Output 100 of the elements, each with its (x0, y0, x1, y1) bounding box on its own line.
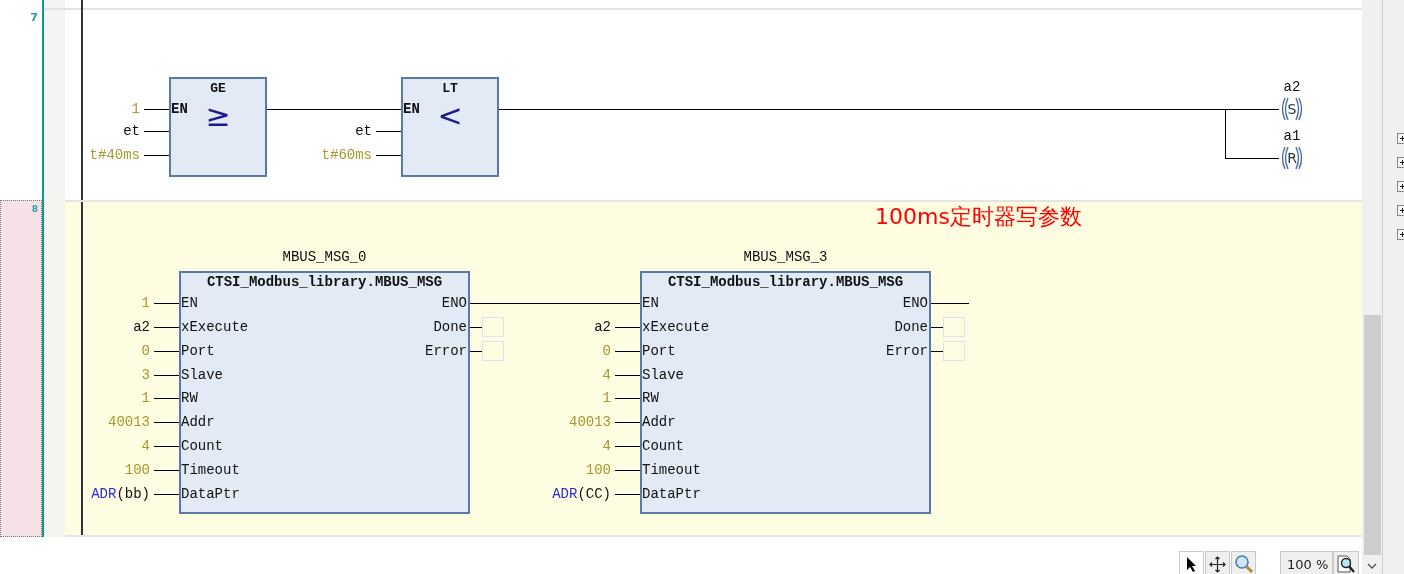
pin-label: xExecute (181, 319, 249, 335)
pin-label: Timeout (181, 462, 240, 478)
pin-label: Done (433, 319, 467, 335)
search-icon (1233, 554, 1254, 574)
move-icon (1209, 555, 1226, 573)
input-value: t#60ms (321, 147, 372, 163)
selected-network[interactable] (65, 200, 1362, 537)
pin-label: Count (642, 438, 684, 454)
pin-label: EN (642, 295, 659, 311)
wire (154, 470, 179, 471)
pin-label: Port (181, 343, 215, 359)
function-block[interactable] (169, 77, 267, 177)
wire (144, 155, 169, 156)
input-value: 4 (141, 438, 150, 454)
wire (470, 351, 482, 352)
input-value: a2 (133, 319, 150, 335)
pin-label: Slave (642, 367, 684, 383)
zoom-button[interactable] (1333, 551, 1359, 574)
wire (931, 303, 969, 304)
block-title: LT (441, 81, 459, 96)
wire (615, 470, 640, 471)
wire (144, 131, 169, 132)
input-value: 1 (141, 295, 150, 311)
expand-icon[interactable] (1397, 205, 1404, 216)
input-value: t#40ms (89, 147, 140, 163)
wire (376, 131, 401, 132)
zoom-field[interactable]: 100 % (1280, 551, 1333, 574)
expand-icon[interactable] (1397, 157, 1404, 168)
coil[interactable]: S (1279, 97, 1305, 121)
block-symbol: < (437, 99, 463, 133)
zoom-page-icon (1336, 554, 1356, 574)
pin-label: Timeout (642, 462, 701, 478)
wire (470, 327, 482, 328)
network-number: 8 (31, 204, 38, 214)
chevron-down-icon[interactable] (1367, 563, 1377, 569)
pin-label: Error (425, 343, 467, 359)
input-value: 0 (141, 343, 150, 359)
pin-label: EN (403, 101, 420, 117)
wire (144, 109, 169, 110)
block-title: GE (209, 81, 227, 96)
pin-label: ENO (441, 295, 467, 311)
input-value: 3 (141, 367, 150, 383)
pin-label: Addr (181, 414, 215, 430)
pin-label: Error (886, 343, 928, 359)
scrollbar-thumb[interactable] (1363, 315, 1381, 555)
input-value: ADR(bb) (91, 486, 150, 502)
pin-label: EN (181, 295, 198, 311)
input-value: 0 (602, 343, 611, 359)
wire (615, 446, 640, 447)
wire (154, 422, 179, 423)
input-value: 1 (141, 390, 150, 406)
expand-icon[interactable] (1397, 133, 1404, 144)
tool-button[interactable] (1179, 551, 1204, 574)
input-value: et (355, 123, 372, 139)
network-comment: 100ms定时器写参数 (875, 203, 1082, 231)
wire (154, 494, 179, 495)
input-value: 4 (602, 438, 611, 454)
function-block[interactable] (401, 77, 499, 177)
instance-name: MBUS_MSG_0 (282, 249, 367, 265)
wire (154, 303, 179, 304)
pin-label: RW (181, 390, 198, 406)
function-block[interactable] (640, 271, 931, 514)
wire (615, 327, 640, 328)
pin-label: Count (181, 438, 223, 454)
instance-name: MBUS_MSG_3 (743, 249, 828, 265)
input-value: a2 (594, 319, 611, 335)
wire (376, 155, 401, 156)
pin-label: Port (642, 343, 676, 359)
network[interactable]: GE ≥ 1 EN et t#40ms LT < EN et t#60ms a2 S a1 R (65, 0, 1362, 200)
input-value: 100 (585, 462, 611, 478)
function-block[interactable] (179, 271, 470, 514)
expand-icon[interactable] (1397, 181, 1404, 192)
wire (615, 494, 640, 495)
pin-label: DataPtr (181, 486, 240, 502)
block-symbol: ≥ (205, 99, 231, 133)
pin-label: Slave (181, 367, 223, 383)
wire (615, 351, 640, 352)
input-value: 40013 (569, 414, 611, 430)
wire (615, 422, 640, 423)
tool-button[interactable] (1205, 551, 1230, 574)
pin-label: xExecute (642, 319, 710, 335)
expand-icon[interactable] (1397, 229, 1404, 240)
pin-label: EN (171, 101, 188, 117)
wire (154, 327, 179, 328)
network-number: 7 (30, 11, 38, 24)
wire (615, 375, 640, 376)
pin-label: Done (894, 319, 928, 335)
wire (154, 398, 179, 399)
wire (154, 375, 179, 376)
pin-label: DataPtr (642, 486, 701, 502)
pin-label: Addr (642, 414, 676, 430)
wire (154, 351, 179, 352)
coil-variable: a1 (1283, 128, 1301, 144)
coil[interactable]: R (1279, 146, 1305, 170)
pin-label: ENO (902, 295, 928, 311)
wire (154, 446, 179, 447)
pointer-icon (1185, 555, 1198, 573)
wire (931, 351, 943, 352)
wire (615, 398, 640, 399)
wire (931, 327, 943, 328)
